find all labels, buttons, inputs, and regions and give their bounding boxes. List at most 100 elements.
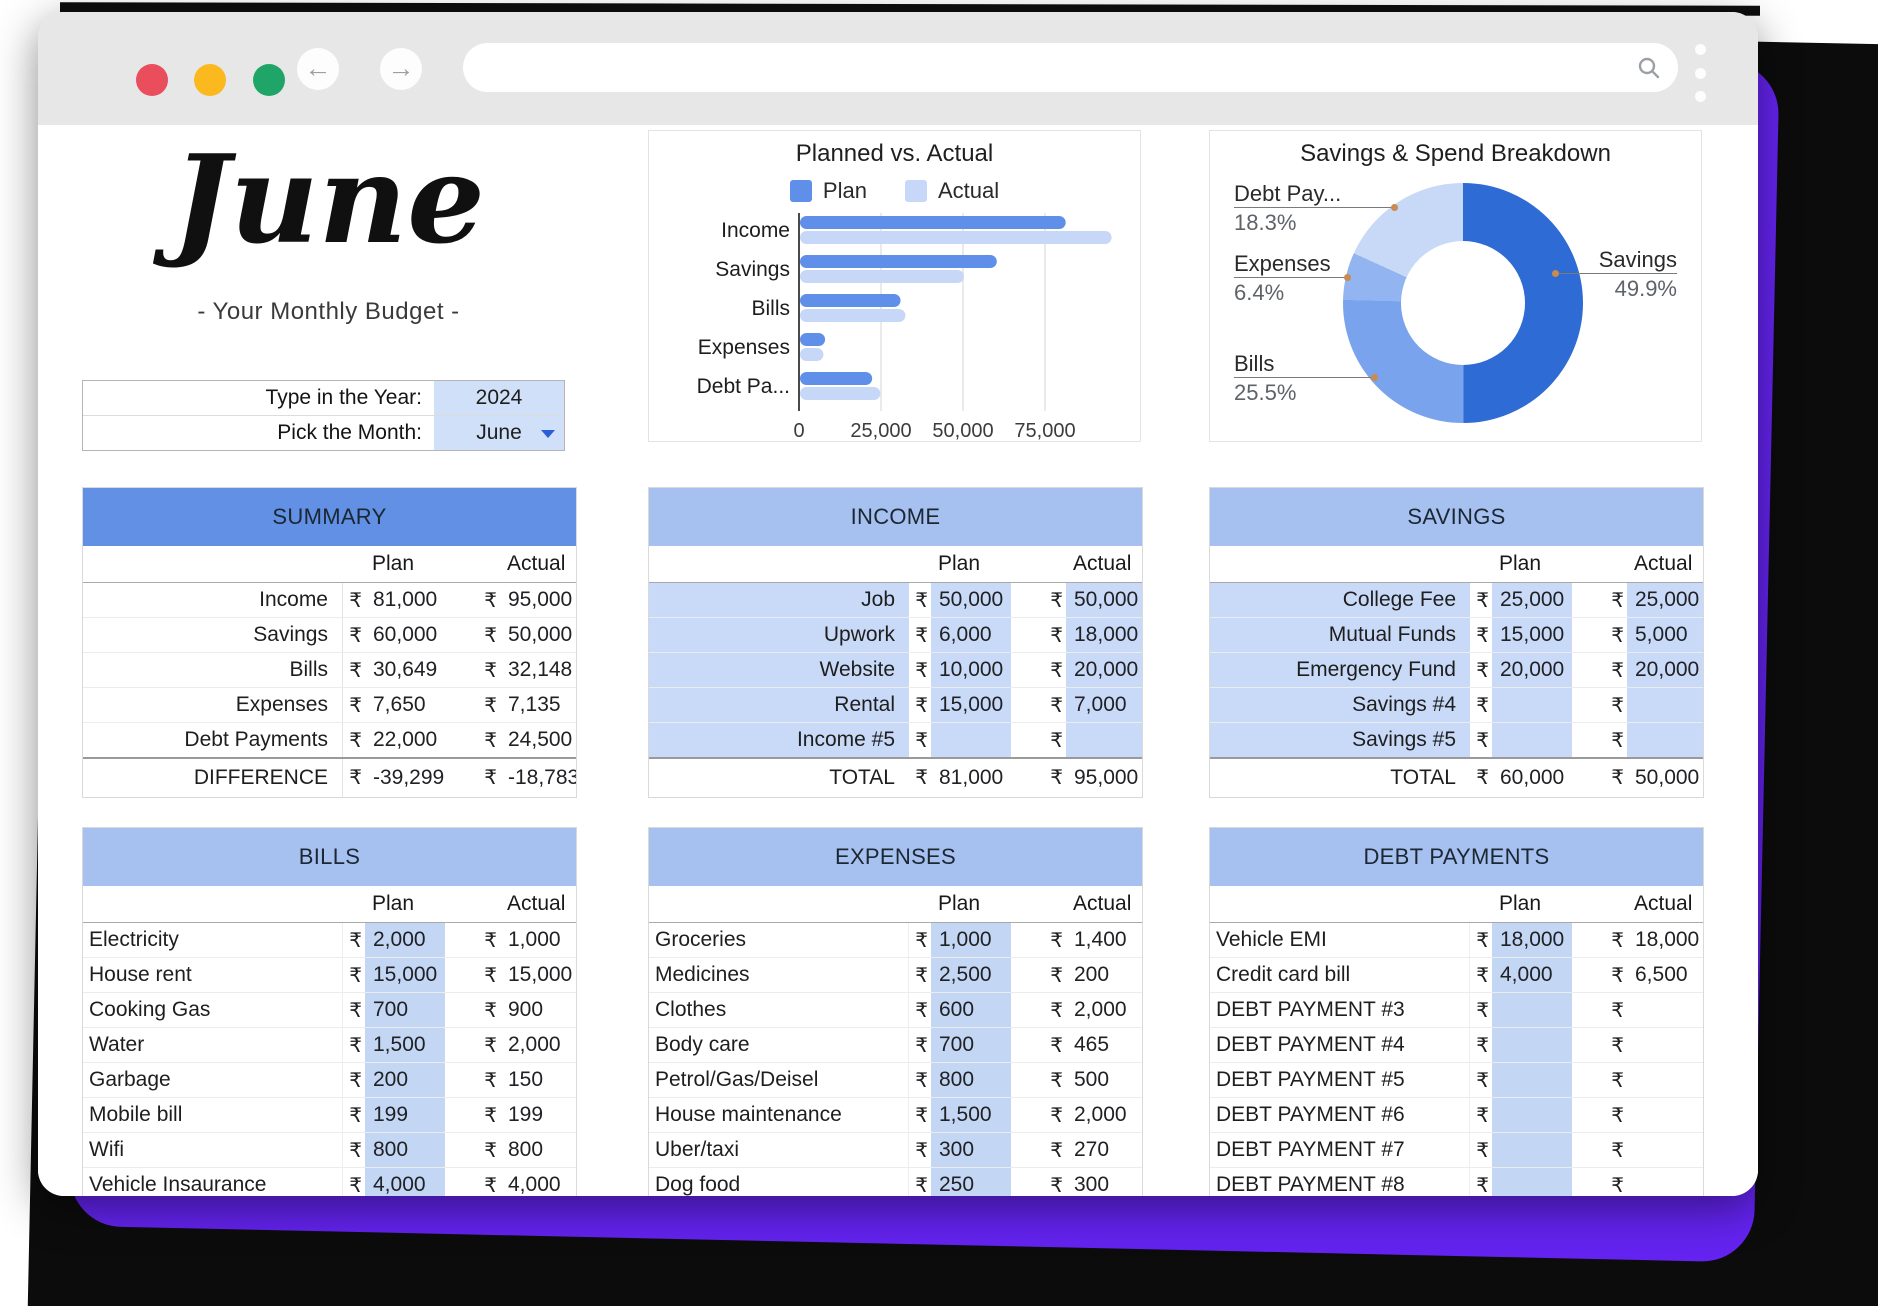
row-label[interactable]: Body care bbox=[649, 1028, 909, 1062]
actual-value-cell[interactable]: 465 bbox=[1066, 1028, 1142, 1062]
row-label[interactable]: DEBT PAYMENT #5 bbox=[1210, 1063, 1470, 1097]
row-label[interactable]: Income bbox=[83, 583, 343, 617]
actual-value-cell[interactable]: 5,000 bbox=[1627, 618, 1703, 652]
row-label[interactable]: Medicines bbox=[649, 958, 909, 992]
row-label[interactable]: Income #5 bbox=[649, 723, 909, 757]
plan-value-cell[interactable]: 15,000 bbox=[1492, 618, 1572, 652]
plan-value-cell[interactable]: 800 bbox=[931, 1063, 1011, 1097]
menu-kebab-icon[interactable] bbox=[1690, 44, 1710, 102]
actual-value-cell[interactable]: 50,000 bbox=[1627, 759, 1703, 797]
donut-chart[interactable]: Savings & Spend Breakdown Debt Pay... 18… bbox=[1209, 130, 1702, 442]
plan-value-cell[interactable]: 60,000 bbox=[1492, 759, 1572, 797]
actual-value-cell[interactable] bbox=[1627, 723, 1703, 757]
actual-value-cell[interactable]: 200 bbox=[1066, 958, 1142, 992]
plan-value-cell[interactable]: 6,000 bbox=[931, 618, 1011, 652]
plan-value-cell[interactable]: 15,000 bbox=[365, 958, 445, 992]
plan-value-cell[interactable]: -39,299 bbox=[365, 759, 445, 797]
actual-value-cell[interactable] bbox=[1627, 1028, 1703, 1062]
actual-value-cell[interactable] bbox=[1627, 1168, 1703, 1196]
row-label[interactable]: Credit card bill bbox=[1210, 958, 1470, 992]
plan-value-cell[interactable] bbox=[1492, 1133, 1572, 1167]
row-label[interactable]: Groceries bbox=[649, 923, 909, 957]
actual-value-cell[interactable]: 18,000 bbox=[1066, 618, 1142, 652]
row-label[interactable]: Clothes bbox=[649, 993, 909, 1027]
row-label[interactable]: College Fee bbox=[1210, 583, 1470, 617]
row-label[interactable]: Mobile bill bbox=[83, 1098, 343, 1132]
row-label[interactable]: Expenses bbox=[83, 688, 343, 722]
row-label[interactable]: Upwork bbox=[649, 618, 909, 652]
row-label[interactable]: Petrol/Gas/Deisel bbox=[649, 1063, 909, 1097]
row-label[interactable]: DEBT PAYMENT #6 bbox=[1210, 1098, 1470, 1132]
row-label[interactable]: DEBT PAYMENT #7 bbox=[1210, 1133, 1470, 1167]
row-label[interactable]: Vehicle EMI bbox=[1210, 923, 1470, 957]
row-label[interactable]: DEBT PAYMENT #4 bbox=[1210, 1028, 1470, 1062]
actual-value-cell[interactable]: 25,000 bbox=[1627, 583, 1703, 617]
plan-value-cell[interactable]: 1,000 bbox=[931, 923, 1011, 957]
actual-value-cell[interactable]: 18,000 bbox=[1627, 923, 1703, 957]
actual-value-cell[interactable]: 300 bbox=[1066, 1168, 1142, 1196]
row-label[interactable]: Mutual Funds bbox=[1210, 618, 1470, 652]
plan-value-cell[interactable]: 1,500 bbox=[931, 1098, 1011, 1132]
plan-value-cell[interactable]: 81,000 bbox=[931, 759, 1011, 797]
row-label[interactable]: Savings #5 bbox=[1210, 723, 1470, 757]
plan-value-cell[interactable]: 300 bbox=[931, 1133, 1011, 1167]
row-label[interactable]: TOTAL bbox=[1210, 759, 1470, 797]
month-select[interactable]: June bbox=[434, 416, 564, 450]
actual-value-cell[interactable] bbox=[1627, 993, 1703, 1027]
actual-value-cell[interactable]: 900 bbox=[500, 993, 576, 1027]
plan-value-cell[interactable]: 600 bbox=[931, 993, 1011, 1027]
actual-value-cell[interactable]: 15,000 bbox=[500, 958, 576, 992]
plan-value-cell[interactable]: 7,650 bbox=[365, 688, 445, 722]
plan-value-cell[interactable]: 1,500 bbox=[365, 1028, 445, 1062]
minimize-button[interactable] bbox=[194, 64, 226, 96]
actual-value-cell[interactable]: 800 bbox=[500, 1133, 576, 1167]
plan-value-cell[interactable]: 60,000 bbox=[365, 618, 445, 652]
plan-value-cell[interactable]: 30,649 bbox=[365, 653, 445, 687]
plan-value-cell[interactable]: 20,000 bbox=[1492, 653, 1572, 687]
row-label[interactable]: House maintenance bbox=[649, 1098, 909, 1132]
actual-value-cell[interactable]: 32,148 bbox=[500, 653, 576, 687]
row-label[interactable]: Vehicle Insaurance bbox=[83, 1168, 343, 1196]
plan-value-cell[interactable]: 700 bbox=[931, 1028, 1011, 1062]
plan-value-cell[interactable]: 2,500 bbox=[931, 958, 1011, 992]
plan-value-cell[interactable]: 199 bbox=[365, 1098, 445, 1132]
plan-value-cell[interactable]: 25,000 bbox=[1492, 583, 1572, 617]
plan-value-cell[interactable]: 250 bbox=[931, 1168, 1011, 1196]
row-label[interactable]: Emergency Fund bbox=[1210, 653, 1470, 687]
row-label[interactable]: Water bbox=[83, 1028, 343, 1062]
actual-value-cell[interactable]: 2,000 bbox=[500, 1028, 576, 1062]
plan-value-cell[interactable]: 50,000 bbox=[931, 583, 1011, 617]
row-label[interactable]: Cooking Gas bbox=[83, 993, 343, 1027]
row-label[interactable]: Bills bbox=[83, 653, 343, 687]
plan-value-cell[interactable] bbox=[1492, 1168, 1572, 1196]
plan-value-cell[interactable]: 4,000 bbox=[1492, 958, 1572, 992]
row-label[interactable]: Wifi bbox=[83, 1133, 343, 1167]
row-label[interactable]: DEBT PAYMENT #3 bbox=[1210, 993, 1470, 1027]
actual-value-cell[interactable]: 7,000 bbox=[1066, 688, 1142, 722]
actual-value-cell[interactable]: 50,000 bbox=[500, 618, 576, 652]
actual-value-cell[interactable]: 1,400 bbox=[1066, 923, 1142, 957]
actual-value-cell[interactable]: 50,000 bbox=[1066, 583, 1142, 617]
actual-value-cell[interactable] bbox=[1627, 688, 1703, 722]
row-label[interactable]: Rental bbox=[649, 688, 909, 722]
plan-value-cell[interactable]: 22,000 bbox=[365, 723, 445, 757]
row-label[interactable]: Job bbox=[649, 583, 909, 617]
row-label[interactable]: Savings #4 bbox=[1210, 688, 1470, 722]
row-label[interactable]: Dog food bbox=[649, 1168, 909, 1196]
address-bar[interactable] bbox=[463, 43, 1678, 92]
plan-value-cell[interactable]: 4,000 bbox=[365, 1168, 445, 1196]
plan-value-cell[interactable]: 15,000 bbox=[931, 688, 1011, 722]
actual-value-cell[interactable]: -18,783 bbox=[500, 759, 576, 797]
year-input[interactable]: 2024 bbox=[434, 381, 564, 415]
row-label[interactable]: Garbage bbox=[83, 1063, 343, 1097]
plan-value-cell[interactable]: 10,000 bbox=[931, 653, 1011, 687]
plan-value-cell[interactable] bbox=[1492, 1028, 1572, 1062]
actual-value-cell[interactable]: 6,500 bbox=[1627, 958, 1703, 992]
plan-value-cell[interactable] bbox=[931, 723, 1011, 757]
row-label[interactable]: DEBT PAYMENT #8 bbox=[1210, 1168, 1470, 1196]
plan-value-cell[interactable] bbox=[1492, 1098, 1572, 1132]
actual-value-cell[interactable]: 24,500 bbox=[500, 723, 576, 757]
row-label[interactable]: Website bbox=[649, 653, 909, 687]
actual-value-cell[interactable]: 7,135 bbox=[500, 688, 576, 722]
actual-value-cell[interactable]: 20,000 bbox=[1066, 653, 1142, 687]
